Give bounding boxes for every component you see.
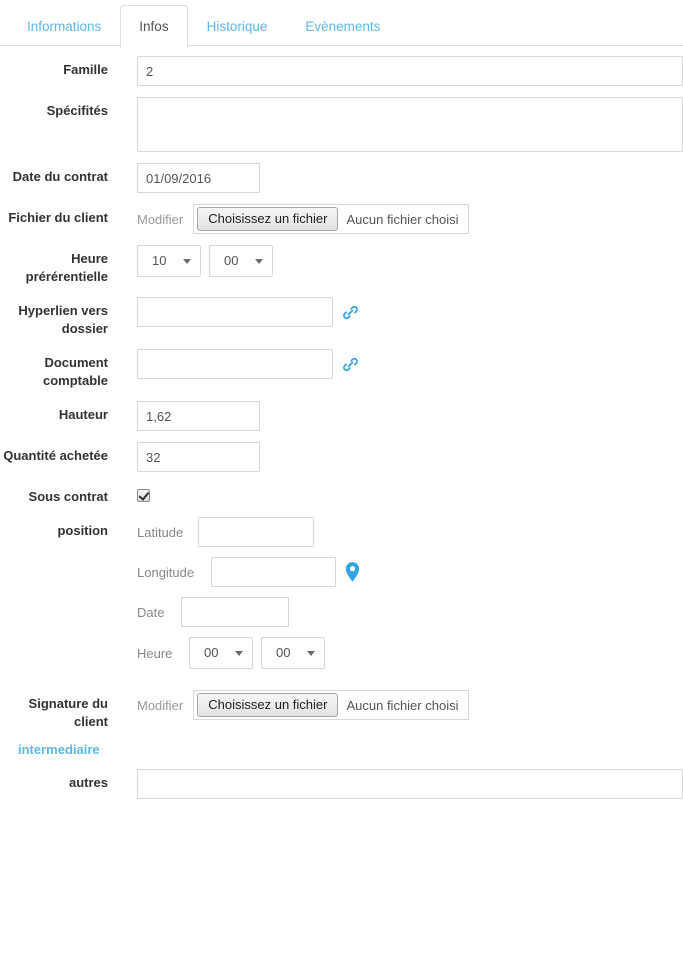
latitude-input[interactable]	[198, 517, 314, 547]
field-row-hyperlien: Hyperlien vers dossier	[0, 297, 683, 338]
intermediaire-link[interactable]: intermediaire	[18, 742, 100, 757]
field-row-document-comptable: Document comptable	[0, 349, 683, 390]
position-heure-row: Heure 00 00	[137, 637, 683, 669]
longitude-input[interactable]	[211, 557, 336, 587]
field-row-date-contrat: Date du contrat	[0, 163, 683, 193]
label-document-comptable: Document comptable	[42, 355, 108, 388]
label-position: position	[57, 523, 108, 538]
label-longitude: Longitude	[137, 564, 195, 580]
field-row-sous-contrat: Sous contrat	[0, 483, 683, 506]
chevron-down-icon	[183, 259, 191, 264]
label-sous-contrat: Sous contrat	[28, 489, 108, 504]
heure-preferentielle-minutes-value: 00	[224, 253, 239, 268]
sous-contrat-checkbox[interactable]	[137, 489, 150, 502]
heure-preferentielle-hours-value: 10	[152, 253, 167, 268]
field-row-famille: Famille	[0, 56, 683, 86]
chevron-down-icon	[307, 651, 315, 656]
label-fichier-client: Fichier du client	[8, 210, 108, 225]
field-row-heure-preferentielle: Heure prérérentielle 10 00	[0, 245, 683, 286]
map-pin-icon[interactable]	[344, 561, 361, 583]
field-row-hauteur: Hauteur	[0, 401, 683, 431]
position-hours-select[interactable]: 00	[189, 637, 253, 669]
fichier-client-file-input[interactable]: Choisissez un fichier Aucun fichier choi…	[193, 204, 470, 234]
tab-evenements[interactable]: Evènements	[286, 5, 399, 47]
heure-preferentielle-minutes-select[interactable]: 00	[209, 245, 273, 277]
label-heure-preferentielle: Heure prérérentielle	[25, 251, 108, 284]
field-row-position: position Latitude Longitude Date Heure 0…	[0, 517, 683, 679]
fichier-client-choose-button[interactable]: Choisissez un fichier	[197, 207, 339, 231]
position-longitude-row: Longitude	[137, 557, 683, 587]
signature-client-file-status: Aucun fichier choisi	[346, 697, 459, 713]
heure-preferentielle-hours-select[interactable]: 10	[137, 245, 201, 277]
tab-informations[interactable]: Informations	[8, 5, 120, 47]
field-row-quantite-achetee: Quantité achetée	[0, 442, 683, 472]
label-hauteur: Hauteur	[58, 407, 108, 422]
label-position-heure: Heure	[137, 645, 173, 661]
signature-client-modify-label: Modifier	[137, 697, 184, 713]
position-latitude-row: Latitude	[137, 517, 683, 547]
link-chain-icon[interactable]	[341, 303, 360, 322]
label-date-contrat: Date du contrat	[12, 169, 108, 184]
document-comptable-input[interactable]	[137, 349, 333, 379]
field-row-specifites: Spécifités	[0, 97, 683, 152]
signature-client-file-input[interactable]: Choisissez un fichier Aucun fichier choi…	[193, 690, 470, 720]
position-hours-value: 00	[204, 645, 219, 660]
position-date-input[interactable]	[181, 597, 289, 627]
field-row-autres: autres	[0, 769, 683, 799]
fichier-client-modify-label: Modifier	[137, 211, 184, 227]
autres-input[interactable]	[137, 769, 683, 799]
famille-input[interactable]	[137, 56, 683, 86]
tab-infos[interactable]: Infos	[120, 5, 188, 48]
chevron-down-icon	[255, 259, 263, 264]
hyperlien-input[interactable]	[137, 297, 333, 327]
field-row-signature-client: Signature du client Modifier Choisissez …	[0, 690, 683, 731]
position-date-row: Date	[137, 597, 683, 627]
signature-client-choose-button[interactable]: Choisissez un fichier	[197, 693, 339, 717]
label-quantite-achetee: Quantité achetée	[3, 448, 108, 463]
label-autres: autres	[68, 775, 108, 790]
tab-historique[interactable]: Historique	[188, 5, 287, 47]
label-signature-client: Signature du client	[28, 696, 108, 729]
position-minutes-select[interactable]: 00	[261, 637, 325, 669]
label-hyperlien: Hyperlien vers dossier	[18, 303, 108, 336]
label-position-date: Date	[137, 604, 165, 620]
field-row-fichier-client: Fichier du client Modifier Choisissez un…	[0, 204, 683, 234]
intermediaire-section: intermediaire	[18, 742, 683, 757]
hauteur-input[interactable]	[137, 401, 260, 431]
link-chain-icon[interactable]	[341, 355, 360, 374]
infos-form: Famille Spécifités Date du contrat Fichi…	[0, 46, 683, 799]
label-specifites: Spécifités	[46, 103, 108, 118]
date-contrat-input[interactable]	[137, 163, 260, 193]
quantite-achetee-input[interactable]	[137, 442, 260, 472]
label-famille: Famille	[63, 62, 108, 77]
chevron-down-icon	[235, 651, 243, 656]
label-latitude: Latitude	[137, 524, 184, 540]
tab-bar: Informations Infos Historique Evènements	[0, 0, 683, 48]
fichier-client-file-status: Aucun fichier choisi	[346, 211, 459, 227]
specifites-textarea[interactable]	[137, 97, 683, 152]
position-minutes-value: 00	[276, 645, 291, 660]
